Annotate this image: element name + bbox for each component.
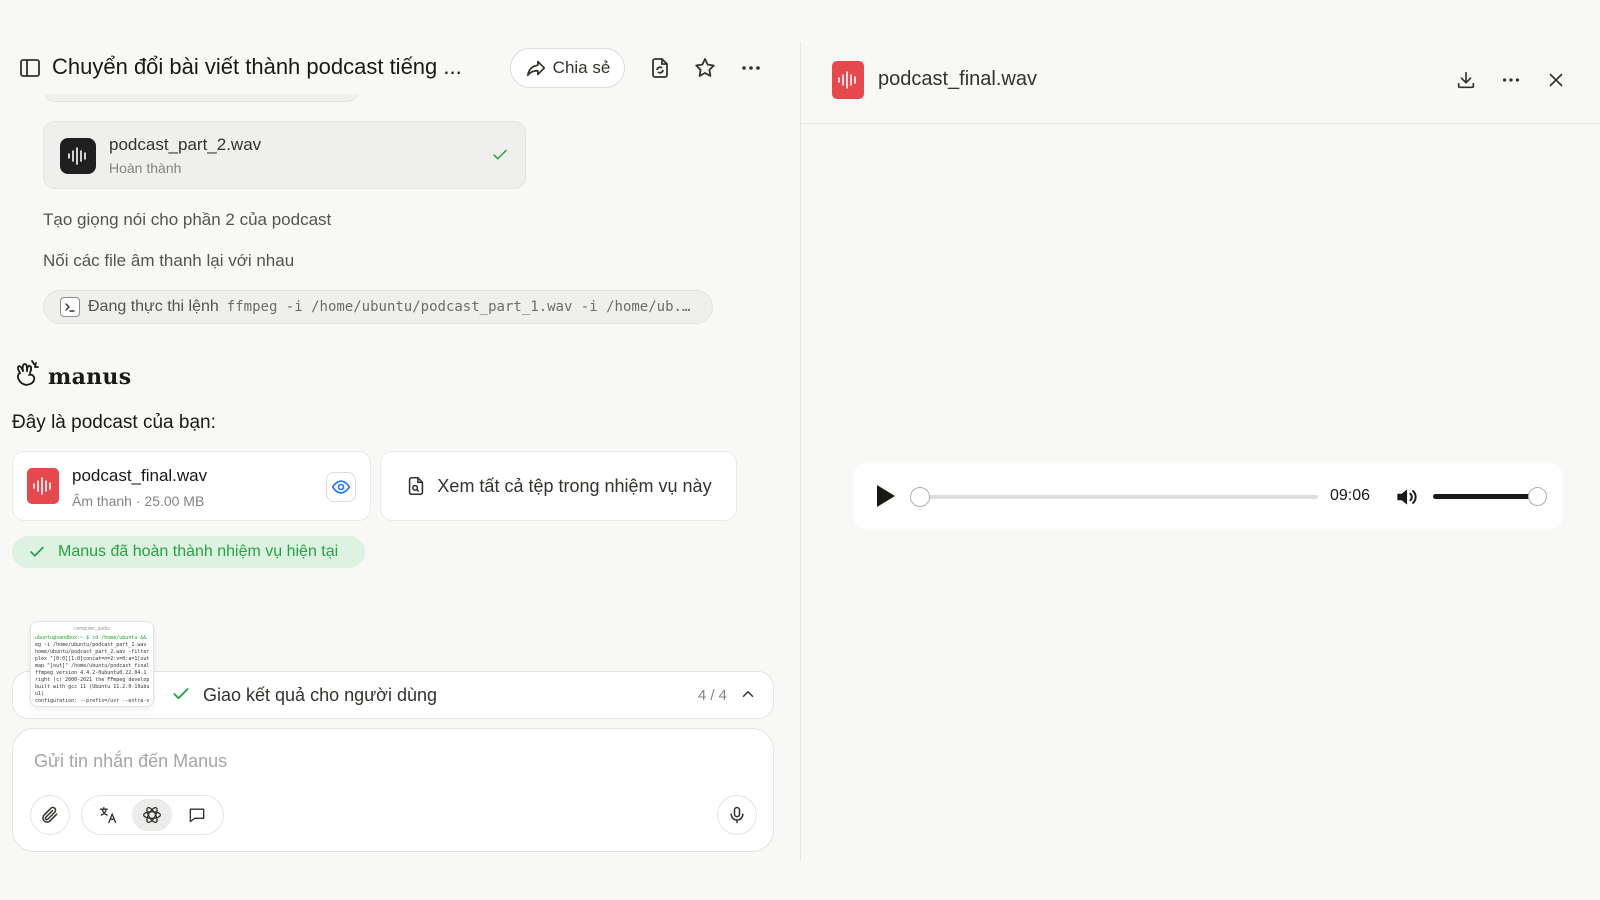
volume-handle[interactable] [1528, 487, 1547, 506]
attachment-card[interactable]: podcast_final.wav Âm thanh · 25.00 MB [12, 451, 371, 521]
close-icon[interactable] [1543, 67, 1569, 93]
done-label: Manus đã hoàn thành nhiệm vụ hiện tại [58, 543, 339, 560]
file-search-icon [409, 476, 424, 496]
chat-panel: Chuyển đổi bài viết thành podcast tiếng … [0, 0, 800, 900]
check-icon [171, 684, 191, 709]
terminal-line: u1) [35, 691, 45, 697]
chevron-up-icon[interactable] [739, 685, 757, 708]
play-icon[interactable] [873, 483, 897, 514]
file-status: Hoàn thành [109, 160, 182, 176]
audio-file-icon [27, 468, 59, 504]
task-done-badge: Manus đã hoàn thành nhiệm vụ hiện tại [12, 536, 365, 568]
audio-player: 09:06 [853, 463, 1563, 529]
step-text: Nối các file âm thanh lại với nhau [43, 251, 295, 270]
share-icon [526, 60, 545, 77]
page-title: Chuyển đổi bài viết thành podcast tiếng … [52, 54, 462, 79]
terminal-line: eg -i /home/ubuntu/podcast_part_1.wav -i… [35, 642, 149, 648]
download-icon[interactable] [1453, 67, 1479, 93]
brand-name: manus [48, 363, 132, 390]
message-composer[interactable]: Gửi tin nhắn đến Manus [12, 728, 774, 852]
attachment-name: podcast_final.wav [72, 466, 208, 485]
exec-command-pill[interactable]: Đang thực thi lệnh ffmpeg -i /home/ubunt… [43, 290, 713, 324]
file-name: podcast_part_2.wav [109, 135, 262, 154]
preview-filename: podcast_final.wav [878, 68, 1037, 90]
terminal-line: right (c) 2000-2021 the FFmpeg developer… [35, 677, 149, 683]
manus-logo-icon [14, 359, 42, 394]
terminal-line: home/ubuntu/podcast_part_2.wav -filter_c… [35, 649, 149, 655]
terminal-line: ffmpeg version 4.4.2-0ubuntu0.22.04.1 Co… [35, 670, 149, 676]
attach-icon[interactable] [30, 795, 70, 835]
sidebar-toggle-icon[interactable] [18, 56, 42, 80]
composer-tools [81, 795, 224, 835]
exec-command: ffmpeg -i /home/ubuntu/podcast_part_1.wa… [226, 299, 697, 315]
file-preview-panel: podcast_final.wav 09:06 [801, 42, 1600, 860]
terminal-icon [60, 297, 80, 317]
task-count: 4 / 4 [697, 687, 727, 704]
more-icon[interactable] [739, 56, 763, 80]
exec-label: Đang thực thi lệnh [88, 298, 219, 315]
microphone-icon[interactable] [717, 795, 757, 835]
star-icon[interactable] [693, 56, 717, 80]
task-label: Giao kết quả cho người dùng [203, 685, 438, 705]
chat-header: Chuyển đổi bài viết thành podcast tiếng … [0, 42, 790, 94]
seek-handle[interactable] [910, 487, 930, 507]
file-sync-icon[interactable] [648, 56, 672, 80]
terminal-line: built with gcc 11 (Ubuntu 11.2.0-19ubunt [35, 684, 149, 690]
computer-screen-thumbnail[interactable]: computer_audio ubuntu@sandbox:~ $ cd /ho… [30, 621, 154, 707]
file-card-part2[interactable]: podcast_part_2.wav Hoàn thành [43, 121, 526, 189]
volume-icon[interactable] [1393, 484, 1419, 515]
check-icon [491, 146, 509, 169]
terminal-line: ubuntu@sandbox:~ $ cd /home/ubuntu && ff… [35, 635, 149, 641]
duration-label: 09:06 [1330, 487, 1371, 504]
preview-header: podcast_final.wav [801, 42, 1600, 124]
terminal-line: map "[out]" /home/ubuntu/podcast_final.w… [35, 663, 149, 669]
step-text: Tạo giọng nói cho phần 2 của podcast [43, 210, 332, 229]
audio-file-icon [832, 61, 864, 99]
preview-eye-icon[interactable] [326, 472, 356, 502]
terminal-line: plex "[0:0][1:0]concat=n=2:v=0:a=1[out]"… [35, 656, 149, 662]
audio-file-icon [60, 138, 96, 174]
volume-slider[interactable] [1433, 494, 1535, 499]
attachment-meta: Âm thanh · 25.00 MB [72, 493, 205, 509]
translate-icon[interactable] [88, 799, 128, 831]
share-button[interactable]: Chia sẻ [510, 48, 625, 88]
view-all-files-button[interactable]: Xem tất cả tệp trong nhiệm vụ này [380, 451, 737, 521]
atom-icon[interactable] [132, 799, 173, 831]
message-input[interactable]: Gửi tin nhắn đến Manus [34, 751, 227, 772]
manus-brand: manus [14, 359, 131, 394]
thumbnail-title: computer_audio [74, 626, 110, 632]
check-icon [30, 546, 44, 557]
share-label: Chia sẻ [552, 58, 611, 77]
more-icon[interactable] [1498, 67, 1524, 93]
seek-bar[interactable] [912, 495, 1318, 499]
view-all-label: Xem tất cả tệp trong nhiệm vụ này [437, 475, 712, 496]
terminal-line: configuration: --prefix=/usr --extra-ver [35, 698, 149, 704]
chat-bubble-icon[interactable] [177, 799, 217, 831]
assistant-message: Đây là podcast của bạn: [12, 412, 216, 433]
